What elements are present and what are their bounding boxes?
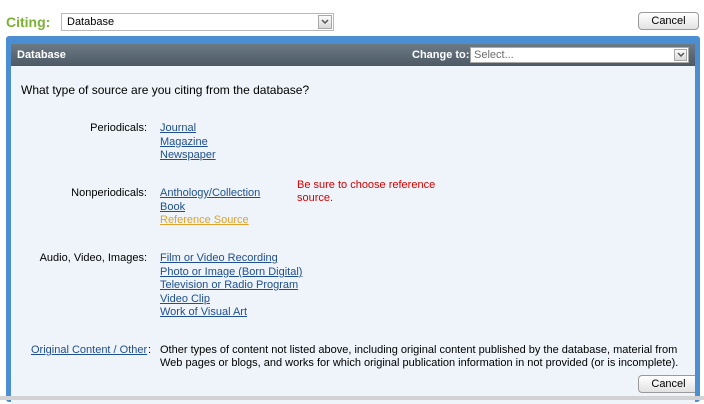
citation-panel: Database Change to: Select... What type … (6, 36, 700, 404)
question-text: What type of source are you citing from … (21, 83, 310, 97)
link-reference-source[interactable]: Reference Source (160, 214, 249, 226)
link-book[interactable]: Book (160, 201, 185, 213)
change-to-label: Change to: (412, 49, 470, 61)
link-newspaper[interactable]: Newspaper (160, 149, 216, 161)
panel-body: Database Change to: Select... What type … (11, 44, 695, 404)
cancel-button[interactable]: Cancel (638, 12, 699, 30)
nonperiodicals-label: Nonperiodicals: (71, 187, 147, 199)
chevron-down-icon[interactable] (318, 15, 332, 29)
cancel-button-bottom[interactable]: Cancel (638, 375, 695, 393)
link-video-clip[interactable]: Video Clip (160, 293, 210, 305)
panel-header: Database Change to: Select... (11, 44, 695, 66)
change-to-placeholder: Select... (474, 49, 514, 61)
audio-video-images-label: Audio, Video, Images: (39, 252, 147, 264)
link-original-content-other[interactable]: Original Content / Other (31, 344, 147, 356)
top-toolbar: Citing: Database Cancel (0, 0, 704, 40)
link-film-video-recording[interactable]: Film or Video Recording (160, 252, 278, 264)
other-description: Other types of content not listed above,… (160, 344, 679, 369)
link-television-radio[interactable]: Television or Radio Program (160, 279, 298, 291)
window-bottom-edge (0, 396, 704, 400)
link-photo-image[interactable]: Photo or Image (Born Digital) (160, 266, 302, 278)
link-magazine[interactable]: Magazine (160, 136, 208, 148)
other-colon: : (148, 344, 152, 356)
link-journal[interactable]: Journal (160, 122, 196, 134)
citing-select[interactable]: Database (61, 13, 334, 31)
chevron-down-icon[interactable] (674, 49, 687, 61)
periodicals-label: Periodicals: (90, 122, 147, 134)
citing-label: Citing: (6, 14, 51, 30)
panel-title: Database (17, 49, 66, 61)
change-to-select[interactable]: Select... (470, 47, 689, 63)
link-work-visual-art[interactable]: Work of Visual Art (160, 306, 247, 318)
citing-select-value: Database (67, 16, 115, 28)
hint-text: Be sure to choose reference source. (297, 179, 436, 204)
link-anthology-collection[interactable]: Anthology/Collection (160, 187, 260, 199)
